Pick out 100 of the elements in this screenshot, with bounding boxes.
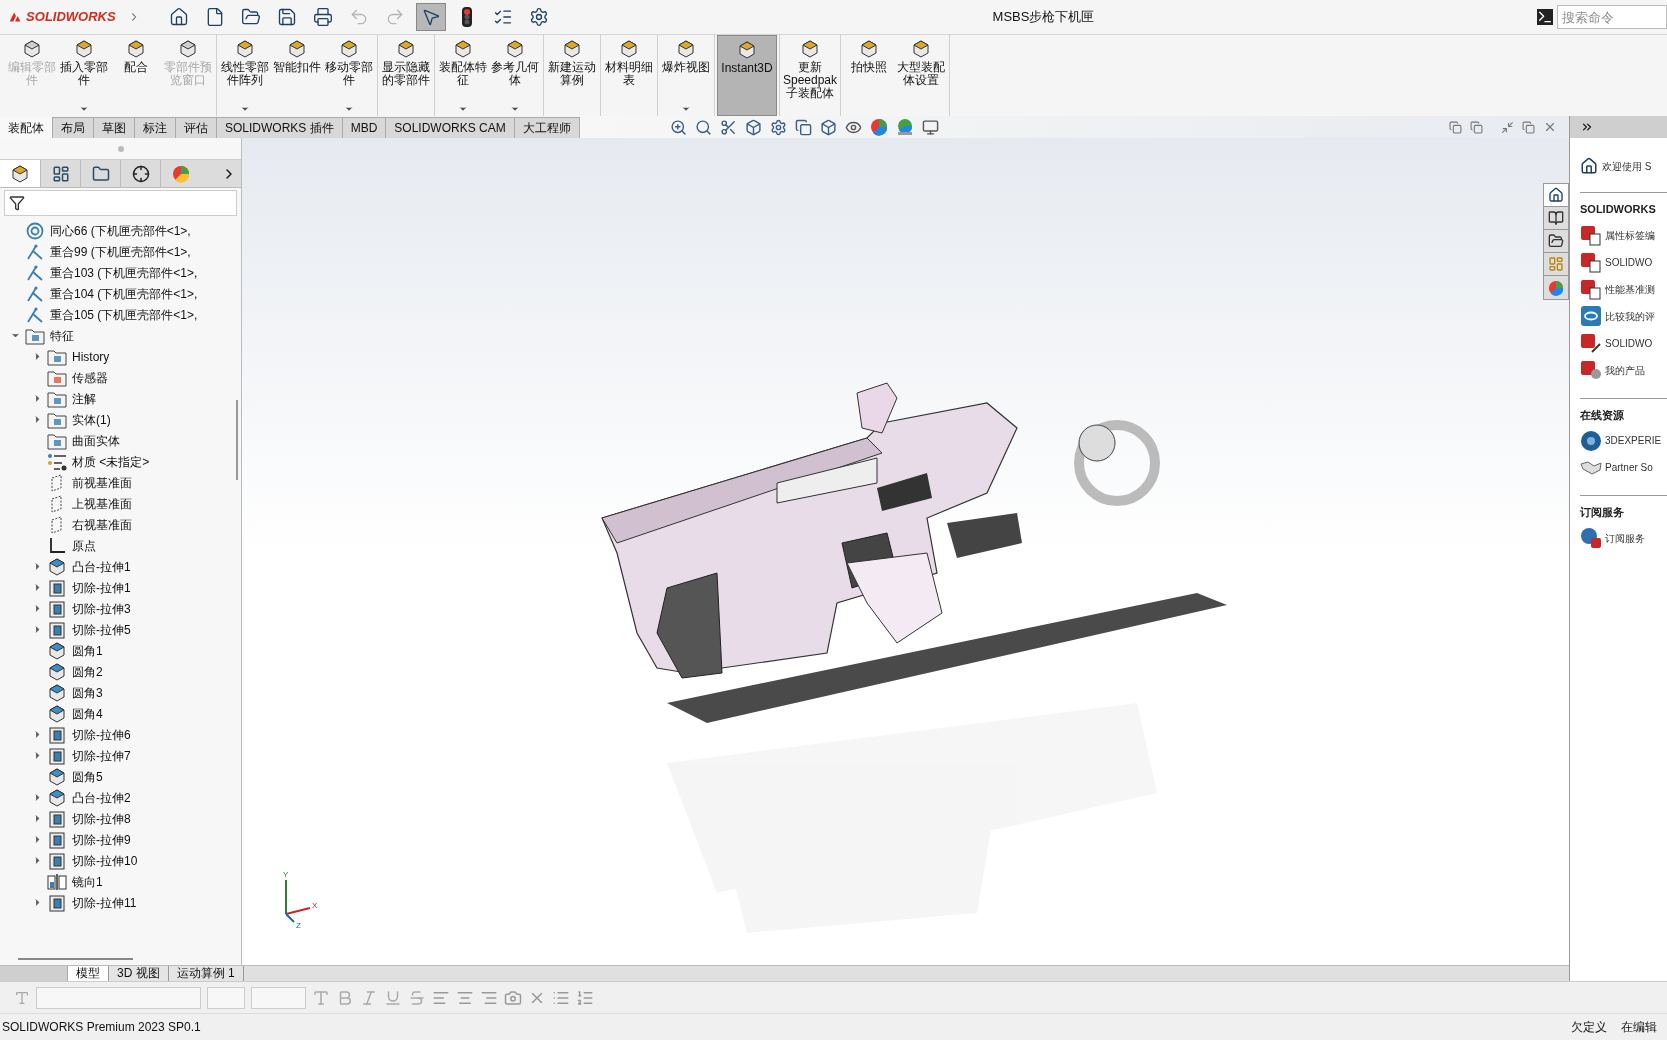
tree-item[interactable]: 切除-拉伸6: [72, 725, 131, 744]
tree-item[interactable]: 传感器: [72, 368, 108, 387]
search-icon[interactable]: [694, 118, 712, 136]
tree-item[interactable]: 重合103 (下机匣壳部件<1>,: [50, 263, 198, 282]
dropdown-caret-icon[interactable]: [458, 104, 468, 114]
command-tab[interactable]: 草图: [94, 117, 135, 138]
minimize-icon[interactable]: [1501, 120, 1514, 134]
ribbon-button[interactable]: 插入零部件: [58, 35, 110, 116]
scrollbar-thumb[interactable]: [236, 400, 238, 480]
command-tab[interactable]: 布局: [53, 117, 94, 138]
ribbon-button[interactable]: Instant3D: [717, 35, 777, 116]
zoom-icon[interactable]: [669, 118, 687, 136]
tree-item[interactable]: History: [72, 347, 110, 366]
tree-item[interactable]: 切除-拉伸11: [72, 893, 137, 912]
tree-item[interactable]: 右视基准面: [72, 515, 132, 534]
spacing-field[interactable]: [251, 986, 306, 1009]
tree-item[interactable]: 前视基准面: [72, 473, 132, 492]
ribbon-button[interactable]: 新建运动算例: [546, 35, 598, 116]
tree-item[interactable]: 切除-拉伸10: [72, 851, 138, 870]
pane-link[interactable]: Partner So: [1605, 460, 1653, 475]
pointer-icon[interactable]: [416, 3, 446, 31]
pane-link[interactable]: SOLIDWO: [1605, 335, 1653, 351]
tree-item[interactable]: 注解: [72, 389, 96, 408]
scene-icon[interactable]: [895, 118, 914, 136]
font-field[interactable]: [36, 986, 201, 1009]
command-tab[interactable]: 大工程师: [514, 117, 580, 138]
pane-link[interactable]: SOLIDWO: [1605, 254, 1653, 270]
command-tab[interactable]: SOLIDWORKS CAM: [386, 117, 515, 138]
pane-link[interactable]: 3DEXPERIE: [1605, 433, 1662, 448]
ribbon-button[interactable]: 拍快照: [843, 35, 895, 116]
size-field[interactable]: [207, 986, 245, 1009]
tree-item[interactable]: 重合99 (下机匣壳部件<1>,: [50, 242, 191, 261]
tree-item[interactable]: 切除-拉伸1: [72, 578, 131, 597]
horizontal-scrollbar[interactable]: [18, 958, 133, 960]
ribbon-button[interactable]: 参考几何体: [489, 35, 541, 116]
ribbon-button[interactable]: 爆炸视图: [660, 35, 712, 116]
ribbon-button[interactable]: 装配体特征: [437, 35, 489, 116]
pane-link[interactable]: 属性标签编: [1605, 227, 1655, 243]
scissors-icon[interactable]: [719, 118, 737, 136]
tree-item[interactable]: 材质 <未指定>: [72, 452, 150, 471]
tree-item[interactable]: 圆角2: [72, 662, 103, 681]
color-wheel-icon[interactable]: [869, 118, 888, 136]
tree-item[interactable]: 切除-拉伸5: [72, 620, 131, 639]
ribbon-button[interactable]: 智能扣件: [271, 35, 323, 116]
monitor-icon[interactable]: [921, 118, 939, 136]
tile-left-icon[interactable]: [1449, 120, 1462, 134]
view-tab[interactable]: 3D 视图: [109, 966, 169, 981]
view-tab[interactable]: 运动算例 1: [168, 966, 244, 981]
pane-link[interactable]: 我的产品: [1605, 362, 1645, 378]
view-tab[interactable]: 模型: [68, 966, 109, 981]
ribbon-button[interactable]: 大型装配体设置: [895, 35, 947, 116]
tree-item[interactable]: 凸台-拉伸2: [72, 788, 131, 807]
pane-link[interactable]: 比较我的评: [1605, 308, 1655, 324]
ribbon-button[interactable]: 显示隐藏的零部件: [380, 35, 432, 116]
tile-right-icon[interactable]: [1470, 120, 1483, 134]
tree-item[interactable]: 圆角1: [72, 641, 103, 660]
tree-item[interactable]: 特征: [50, 326, 74, 345]
dropdown-caret-icon[interactable]: [79, 104, 89, 114]
ribbon-button[interactable]: 材料明细表: [603, 35, 655, 116]
tree-item[interactable]: 同心66 (下机匣壳部件<1>,: [50, 221, 191, 240]
ribbon-button[interactable]: 移动零部件: [323, 35, 375, 116]
tree-item[interactable]: 切除-拉伸8: [72, 809, 131, 828]
pane-link[interactable]: 订阅服务: [1605, 530, 1645, 546]
tree-item[interactable]: 凸台-拉伸1: [72, 557, 131, 576]
tree-item[interactable]: 切除-拉伸9: [72, 830, 131, 849]
tree-item[interactable]: 切除-拉伸7: [72, 746, 131, 765]
grip-icon[interactable]: [117, 145, 124, 152]
tree-item[interactable]: 重合104 (下机匣壳部件<1>,: [50, 284, 198, 303]
display-style-icon[interactable]: [819, 118, 837, 136]
pane-link[interactable]: 性能基准测: [1605, 281, 1655, 297]
search-field[interactable]: 搜索命令: [1557, 5, 1667, 29]
dropdown-caret-icon[interactable]: [681, 104, 691, 114]
command-tab[interactable]: SOLIDWORKS 插件: [217, 117, 343, 138]
box-icon[interactable]: [744, 118, 762, 136]
command-tab[interactable]: 标注: [135, 117, 176, 138]
ribbon-button[interactable]: 更新Speedpak子装配体: [782, 35, 838, 116]
restore-icon[interactable]: [1522, 120, 1535, 134]
filter-icon[interactable]: [9, 195, 25, 211]
tree-item[interactable]: 曲面实体: [72, 431, 120, 450]
command-tab[interactable]: MBD: [342, 117, 387, 138]
tree-item[interactable]: 镜向1: [72, 872, 103, 891]
tree-item[interactable]: 圆角3: [72, 683, 103, 702]
tree-item[interactable]: 原点: [72, 536, 96, 555]
welcome-link[interactable]: 欢迎使用 S: [1602, 158, 1652, 174]
settings-icon[interactable]: [769, 118, 787, 136]
ribbon-button[interactable]: 线性零部件阵列: [219, 35, 271, 116]
tree-item[interactable]: 重合105 (下机匣壳部件<1>,: [50, 305, 198, 324]
close-icon[interactable]: [1543, 120, 1557, 134]
tree-item[interactable]: 圆角4: [72, 704, 103, 723]
collapse-pane-icon[interactable]: [1580, 120, 1594, 134]
tree-item[interactable]: 上视基准面: [72, 494, 132, 513]
ribbon-button[interactable]: 配合: [110, 35, 162, 116]
feature-tree-tab[interactable]: [0, 160, 40, 187]
dropdown-caret-icon[interactable]: [510, 104, 520, 114]
dropdown-caret-icon[interactable]: [344, 104, 354, 114]
tree-item[interactable]: 圆角5: [72, 767, 103, 786]
tree-item[interactable]: 切除-拉伸3: [72, 599, 131, 618]
home-tab[interactable]: [1544, 184, 1568, 207]
tree-item[interactable]: 实体(1): [72, 410, 111, 429]
dropdown-caret-icon[interactable]: [240, 104, 250, 114]
